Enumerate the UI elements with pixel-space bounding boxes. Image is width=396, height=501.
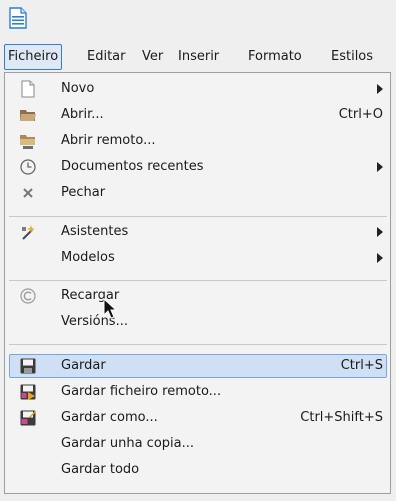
mouse-pointer-icon: [103, 298, 118, 319]
menu-item-label: Gardar ficheiro remoto...: [61, 384, 222, 399]
menu-item-gardar-unha-copia[interactable]: Gardar unha copia...: [9, 432, 387, 456]
submenu-arrow-icon: [377, 84, 383, 94]
menu-item-recargar[interactable]: Recargar: [9, 284, 387, 308]
menu-item-label: Gardar: [61, 358, 106, 373]
save-icon: [20, 358, 36, 374]
menu-item-label: Abrir remoto...: [61, 133, 156, 148]
shortcut-label: Ctrl+S: [340, 358, 383, 373]
menu-item-label: Asistentes: [61, 224, 129, 239]
menu-item-label: Novo: [61, 81, 95, 96]
menu-item-label: Documentos recentes: [61, 159, 204, 174]
save-remote-icon: [20, 384, 36, 400]
menu-item-novo[interactable]: Novo: [9, 77, 387, 101]
menu-item-modelos[interactable]: Modelos: [9, 246, 387, 270]
menu-item-pechar[interactable]: Pechar: [9, 181, 387, 205]
menu-item-gardar-ficheiro-remoto[interactable]: Gardar ficheiro remoto...: [9, 380, 387, 404]
menu-separator: [9, 280, 387, 281]
wizard-icon: [22, 225, 35, 240]
menu-ver[interactable]: Ver: [139, 44, 166, 70]
menu-item-documentos-recentes[interactable]: Documentos recentes: [9, 155, 387, 179]
writer-document-icon: [9, 7, 27, 29]
menu-item-abrir[interactable]: Abrir... Ctrl+O: [9, 103, 387, 127]
menu-item-gardar[interactable]: Gardar Ctrl+S: [9, 354, 387, 378]
menu-item-label: Gardar unha copia...: [61, 436, 194, 451]
remote-folder-icon: [20, 135, 35, 149]
menu-item-gardar-todo[interactable]: Gardar todo: [9, 458, 387, 482]
close-icon: [23, 188, 33, 198]
menu-item-label: Gardar como...: [61, 410, 158, 425]
menu-bar: Ficheiro Editar Ver Inserir Formato Esti…: [0, 44, 396, 72]
save-as-icon: [20, 410, 36, 426]
menu-item-asistentes[interactable]: Asistentes: [9, 220, 387, 244]
menu-item-gardar-como[interactable]: Gardar como... Ctrl+Shift+S: [9, 406, 387, 430]
menu-item-abrir-remoto[interactable]: Abrir remoto...: [9, 129, 387, 153]
menu-separator: [9, 344, 387, 345]
menu-inserir[interactable]: Inserir: [175, 44, 222, 70]
menu-formato[interactable]: Formato: [245, 44, 305, 70]
menu-ficheiro[interactable]: Ficheiro: [4, 44, 63, 70]
reload-icon: [20, 288, 36, 304]
menu-item-versions[interactable]: Versións...: [9, 310, 387, 334]
file-menu-dropdown: Novo Abrir... Ctrl+O Abrir remoto... Doc…: [4, 72, 391, 494]
submenu-arrow-icon: [377, 253, 383, 263]
open-folder-icon: [20, 110, 36, 121]
menu-item-label: Pechar: [61, 185, 106, 200]
new-document-icon: [21, 80, 35, 98]
shortcut-label: Ctrl+Shift+S: [300, 410, 383, 425]
menu-item-label: Gardar todo: [61, 462, 140, 477]
submenu-arrow-icon: [377, 227, 383, 237]
title-bar: [0, 0, 396, 36]
shortcut-label: Ctrl+O: [338, 107, 383, 122]
menu-estilos[interactable]: Estilos: [328, 44, 376, 70]
submenu-arrow-icon: [377, 162, 383, 172]
menu-separator: [9, 216, 387, 217]
menu-item-label: Modelos: [61, 250, 115, 265]
clock-icon: [20, 159, 36, 175]
menu-item-label: Abrir...: [61, 107, 104, 122]
menu-editar[interactable]: Editar: [84, 44, 129, 70]
